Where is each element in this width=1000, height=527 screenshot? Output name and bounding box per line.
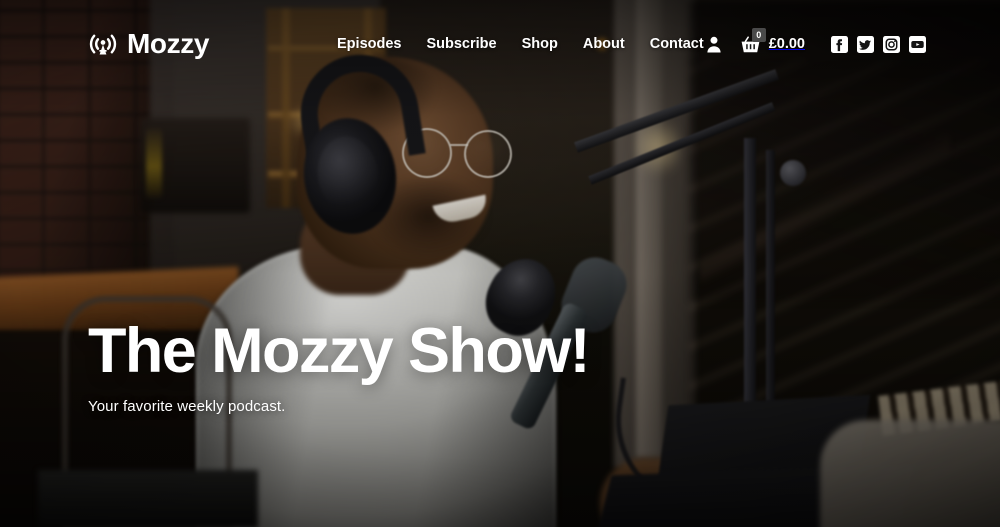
facebook-icon[interactable] <box>831 35 848 53</box>
hero-section: Mozzy Episodes Subscribe Shop About Cont… <box>0 0 1000 527</box>
hero-title: The Mozzy Show! <box>88 316 591 386</box>
twitter-icon[interactable] <box>857 35 874 53</box>
user-account-icon[interactable] <box>706 36 722 53</box>
instagram-icon[interactable] <box>883 35 900 53</box>
brand-logo-link[interactable]: Mozzy <box>88 29 209 59</box>
cart-count-badge: 0 <box>751 27 766 42</box>
youtube-icon[interactable] <box>909 35 926 53</box>
header-utilities: 0 £0.00 <box>706 27 926 55</box>
hero-subtitle: Your favorite weekly podcast. <box>88 398 286 415</box>
nav-link-subscribe[interactable]: Subscribe <box>426 36 496 52</box>
site-header: Mozzy Episodes Subscribe Shop About Cont… <box>0 0 1000 88</box>
cart-button[interactable]: 0 £0.00 <box>740 27 805 55</box>
main-navigation: Episodes Subscribe Shop About Contact <box>337 36 704 52</box>
brand-name: Mozzy <box>127 28 210 59</box>
nav-link-shop[interactable]: Shop <box>522 36 558 52</box>
nav-link-contact[interactable]: Contact <box>650 36 704 52</box>
social-links <box>831 35 926 53</box>
nav-link-episodes[interactable]: Episodes <box>337 36 401 52</box>
podcast-broadcast-icon <box>88 29 118 59</box>
hero-copy: The Mozzy Show! Your favorite weekly pod… <box>88 316 591 416</box>
shopping-basket-icon: 0 <box>740 27 766 55</box>
nav-link-about[interactable]: About <box>583 36 625 52</box>
cart-total-amount: £0.00 <box>768 36 805 52</box>
